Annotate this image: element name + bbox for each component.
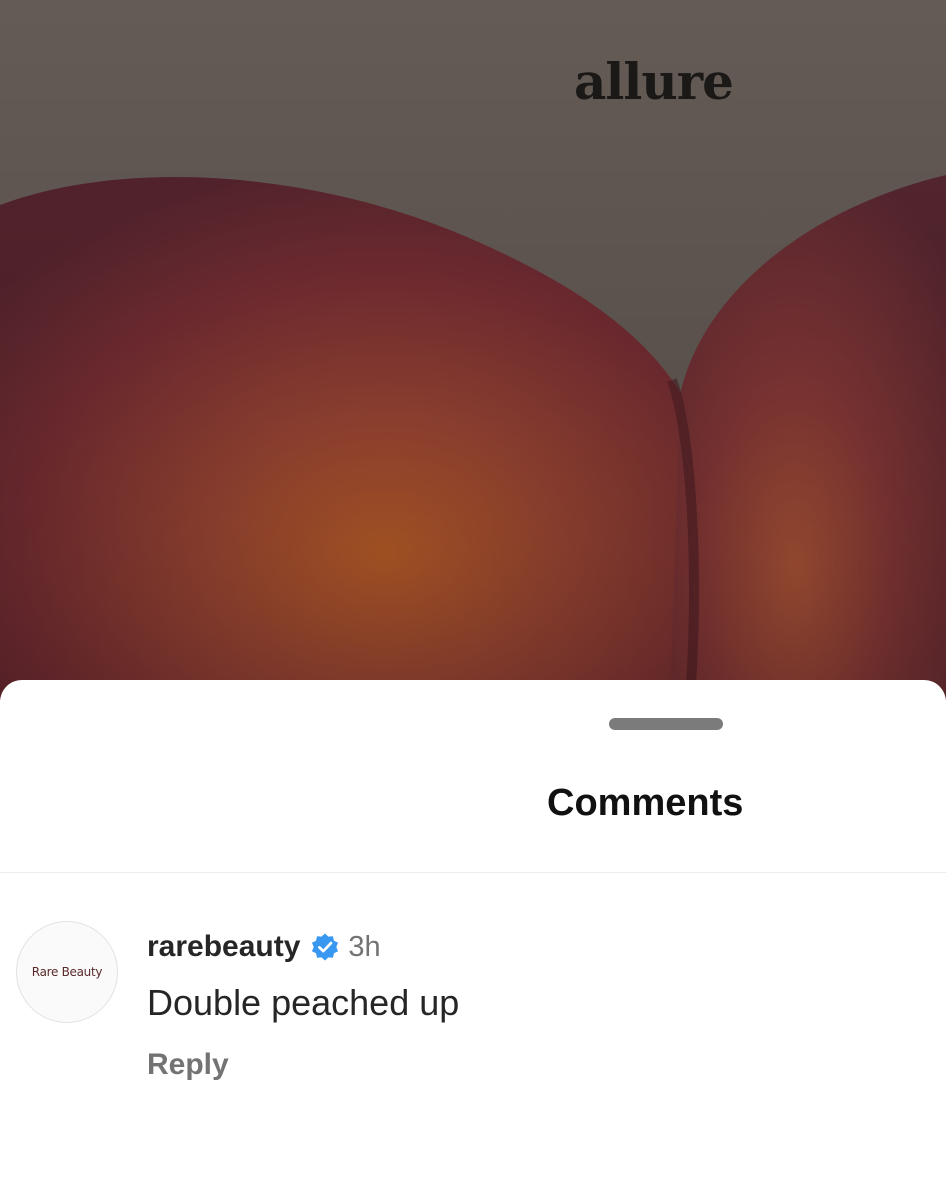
comment-username[interactable]: rarebeauty <box>147 930 300 964</box>
verified-badge-icon <box>312 933 339 961</box>
comments-title: Comments <box>547 782 744 824</box>
comment-text: Double peached up <box>147 982 460 1023</box>
avatar-logo-text: Rare Beauty <box>31 965 103 979</box>
allure-logo: allure <box>574 52 734 111</box>
avatar[interactable]: Rare Beauty <box>16 921 118 1023</box>
comment-meta: rarebeauty 3h <box>147 930 381 964</box>
comment-timestamp: 3h <box>348 930 381 963</box>
header-divider <box>0 872 946 873</box>
post-image: allure <box>0 0 946 700</box>
peach-illustration <box>0 0 946 700</box>
comments-sheet: Comments Rare Beauty rarebeauty 3h Doubl… <box>0 680 946 1179</box>
reply-button[interactable]: Reply <box>147 1048 229 1082</box>
comment-item: Rare Beauty rarebeauty 3h Double peached… <box>0 900 946 1100</box>
drag-handle[interactable] <box>609 718 723 730</box>
